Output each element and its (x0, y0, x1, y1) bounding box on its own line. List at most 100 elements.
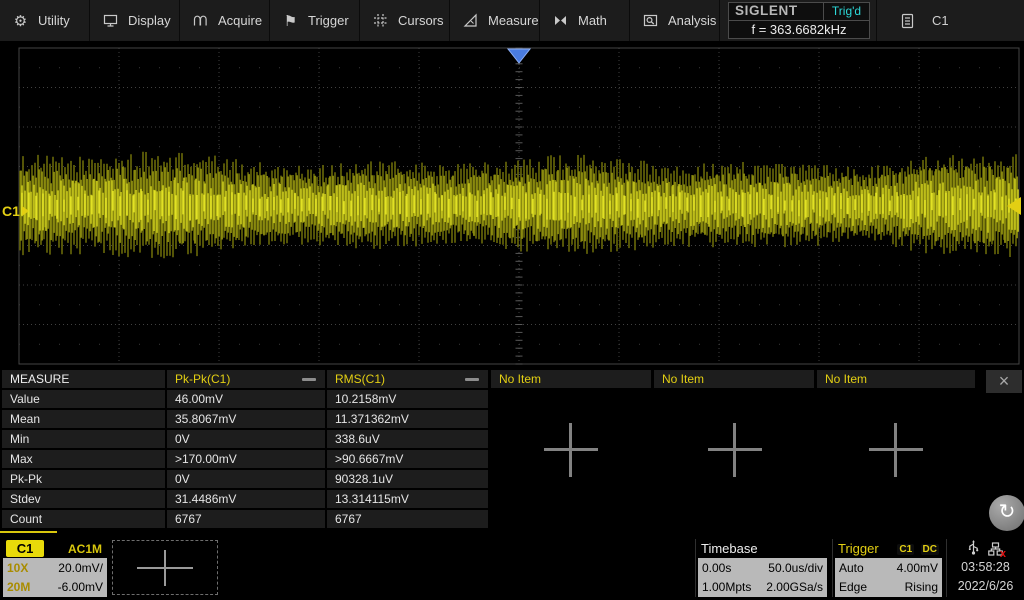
measure-value-cell: 0V (167, 430, 325, 448)
cursors-icon (372, 13, 389, 28)
timebase-scale: 50.0us/div (768, 560, 823, 576)
channel-coupling: AC1M (68, 542, 104, 556)
measure-row-label: Value (2, 390, 165, 408)
add-measurement-button[interactable] (869, 423, 923, 477)
probe-attenuation: 10X (7, 560, 28, 576)
menu-item-cursors[interactable]: Cursors (360, 0, 450, 41)
menu-item-display[interactable]: Display (90, 0, 180, 41)
gear-icon: ⚙ (12, 12, 29, 30)
trigger-status-box: SIGLENT Trig'd f = 363.6682kHz (728, 2, 870, 39)
status-box[interactable]: x 03:58:28 2022/6/26 (946, 539, 1024, 597)
timebase-title: Timebase (701, 541, 758, 556)
trigger-mode: Auto (839, 560, 864, 576)
menu-item-analysis[interactable]: Analysis (630, 0, 720, 41)
measure-column-header-empty[interactable]: No Item (817, 370, 975, 388)
channel-indicator-label: C1 (932, 13, 949, 28)
menubar: ⚙ Utility Display Acquire ⚑ Trigger Curs… (0, 0, 1024, 43)
close-icon[interactable]: × (986, 370, 1022, 393)
timebase-delay: 0.00s (702, 560, 731, 576)
trigger-frequency-readout: f = 363.6682kHz (729, 21, 869, 38)
trigger-coupling-chip: DC (921, 544, 939, 555)
analysis-icon (642, 13, 659, 28)
measure-value-cell: 10.2158mV (327, 390, 488, 408)
menu-item-label: Display (128, 13, 171, 28)
network-disconnected-x: x (1000, 549, 1006, 559)
remove-measurement-button[interactable] (465, 378, 479, 381)
acquire-icon (192, 13, 209, 28)
measure-value-cell: 31.4486mV (167, 490, 325, 508)
menu-item-label: Cursors (398, 13, 444, 28)
measure-column-header[interactable]: Pk-Pk(C1) (167, 370, 325, 388)
reset-statistics-icon[interactable]: ↻ (989, 495, 1024, 531)
list-icon (899, 13, 916, 29)
menu-item-trigger[interactable]: ⚑ Trigger (270, 0, 360, 41)
measure-value-cell: 46.00mV (167, 390, 325, 408)
measure-value-cell: 6767 (327, 510, 488, 528)
channel1-waveform (20, 152, 1018, 258)
menu-item-measure[interactable]: Measure (450, 0, 540, 41)
brand-logo: SIGLENT (729, 3, 824, 20)
measure-value-cell: 35.8067mV (167, 410, 325, 428)
menu-item-label: Utility (38, 13, 70, 28)
measure-row-label: Stdev (2, 490, 165, 508)
trigger-level: 4.00mV (897, 560, 938, 576)
trigger-source-chip: C1 (897, 544, 914, 555)
measure-value-cell: 13.314115mV (327, 490, 488, 508)
measure-table-title: MEASURE (2, 370, 165, 388)
measure-column-header[interactable]: RMS(C1) (327, 370, 488, 388)
trigger-slope: Rising (905, 579, 938, 595)
waveform-canvas[interactable]: C1 (0, 43, 1024, 367)
menu-item-label: Math (578, 13, 607, 28)
menu-item-label: Trigger (308, 13, 349, 28)
channel1-descriptor-box[interactable]: C1 AC1M 10X 20.0mV/ 20M -6.00mV (3, 539, 107, 597)
measure-row-label: Pk-Pk (2, 470, 165, 488)
timebase-descriptor-box[interactable]: Timebase 0.00s 50.0us/div 1.00Mpts 2.00G… (695, 539, 827, 597)
menu-item-label: Analysis (668, 13, 716, 28)
menu-item-acquire[interactable]: Acquire (180, 0, 270, 41)
math-icon (552, 13, 569, 28)
menu-item-utility[interactable]: ⚙ Utility (0, 0, 90, 41)
trigger-type: Edge (839, 579, 867, 595)
measure-value-cell: 11.371362mV (327, 410, 488, 428)
menu-item-label: Acquire (218, 13, 262, 28)
measure-row-label: Min (2, 430, 165, 448)
measure-value-cell: >90.6667mV (327, 450, 488, 468)
channel-indicator[interactable]: C1 (876, 0, 1024, 41)
channel1-badge[interactable]: C1 (6, 540, 44, 557)
measure-row-label: Count (2, 510, 165, 528)
add-measurement-button[interactable] (708, 423, 762, 477)
vertical-offset: -6.00mV (58, 579, 103, 595)
oscilloscope-screen: { "menu": { "items": [ {"label": "Utilit… (0, 0, 1024, 600)
menu-item-label: Measure (488, 13, 539, 28)
scope-display[interactable]: C1 (0, 43, 1024, 367)
trigger-position-marker[interactable] (508, 49, 530, 63)
bottombar: C1 AC1M 10X 20.0mV/ 20M -6.00mV Timebase… (0, 537, 1024, 600)
network-icon: x (988, 542, 1003, 556)
measure-value-cell: 338.6uV (327, 430, 488, 448)
remove-measurement-button[interactable] (302, 378, 316, 381)
measure-panel: MEASURE Pk-Pk(C1) RMS(C1) No Item No Ite… (0, 367, 1024, 537)
trigger-title: Trigger (838, 541, 879, 556)
memory-depth: 1.00Mpts (702, 579, 751, 595)
measure-column-label: RMS(C1) (335, 372, 385, 386)
trigger-descriptor-box[interactable]: Trigger C1 DC Auto 4.00mV Edge Rising (832, 539, 942, 597)
measure-column-header-empty[interactable]: No Item (654, 370, 814, 388)
measure-icon (462, 13, 479, 28)
vertical-scale: 20.0mV/ (58, 560, 103, 576)
selected-channel-accent (0, 531, 57, 533)
usb-icon (968, 540, 979, 558)
add-measurement-button[interactable] (544, 423, 598, 477)
measure-value-cell: 6767 (167, 510, 325, 528)
measure-value-cell: 0V (167, 470, 325, 488)
flag-icon: ⚑ (282, 12, 299, 30)
measure-column-label: Pk-Pk(C1) (175, 372, 230, 386)
menu-item-math[interactable]: Math (540, 0, 630, 41)
bandwidth-limit: 20M (7, 579, 30, 595)
add-channel-button[interactable] (112, 540, 218, 595)
measure-row-label: Max (2, 450, 165, 468)
measure-column-header-empty[interactable]: No Item (491, 370, 651, 388)
clock-date: 2022/6/26 (947, 577, 1024, 596)
measure-value-cell: 90328.1uV (327, 470, 488, 488)
measure-row-label: Mean (2, 410, 165, 428)
channel-offset-marker[interactable]: C1 (2, 203, 20, 219)
